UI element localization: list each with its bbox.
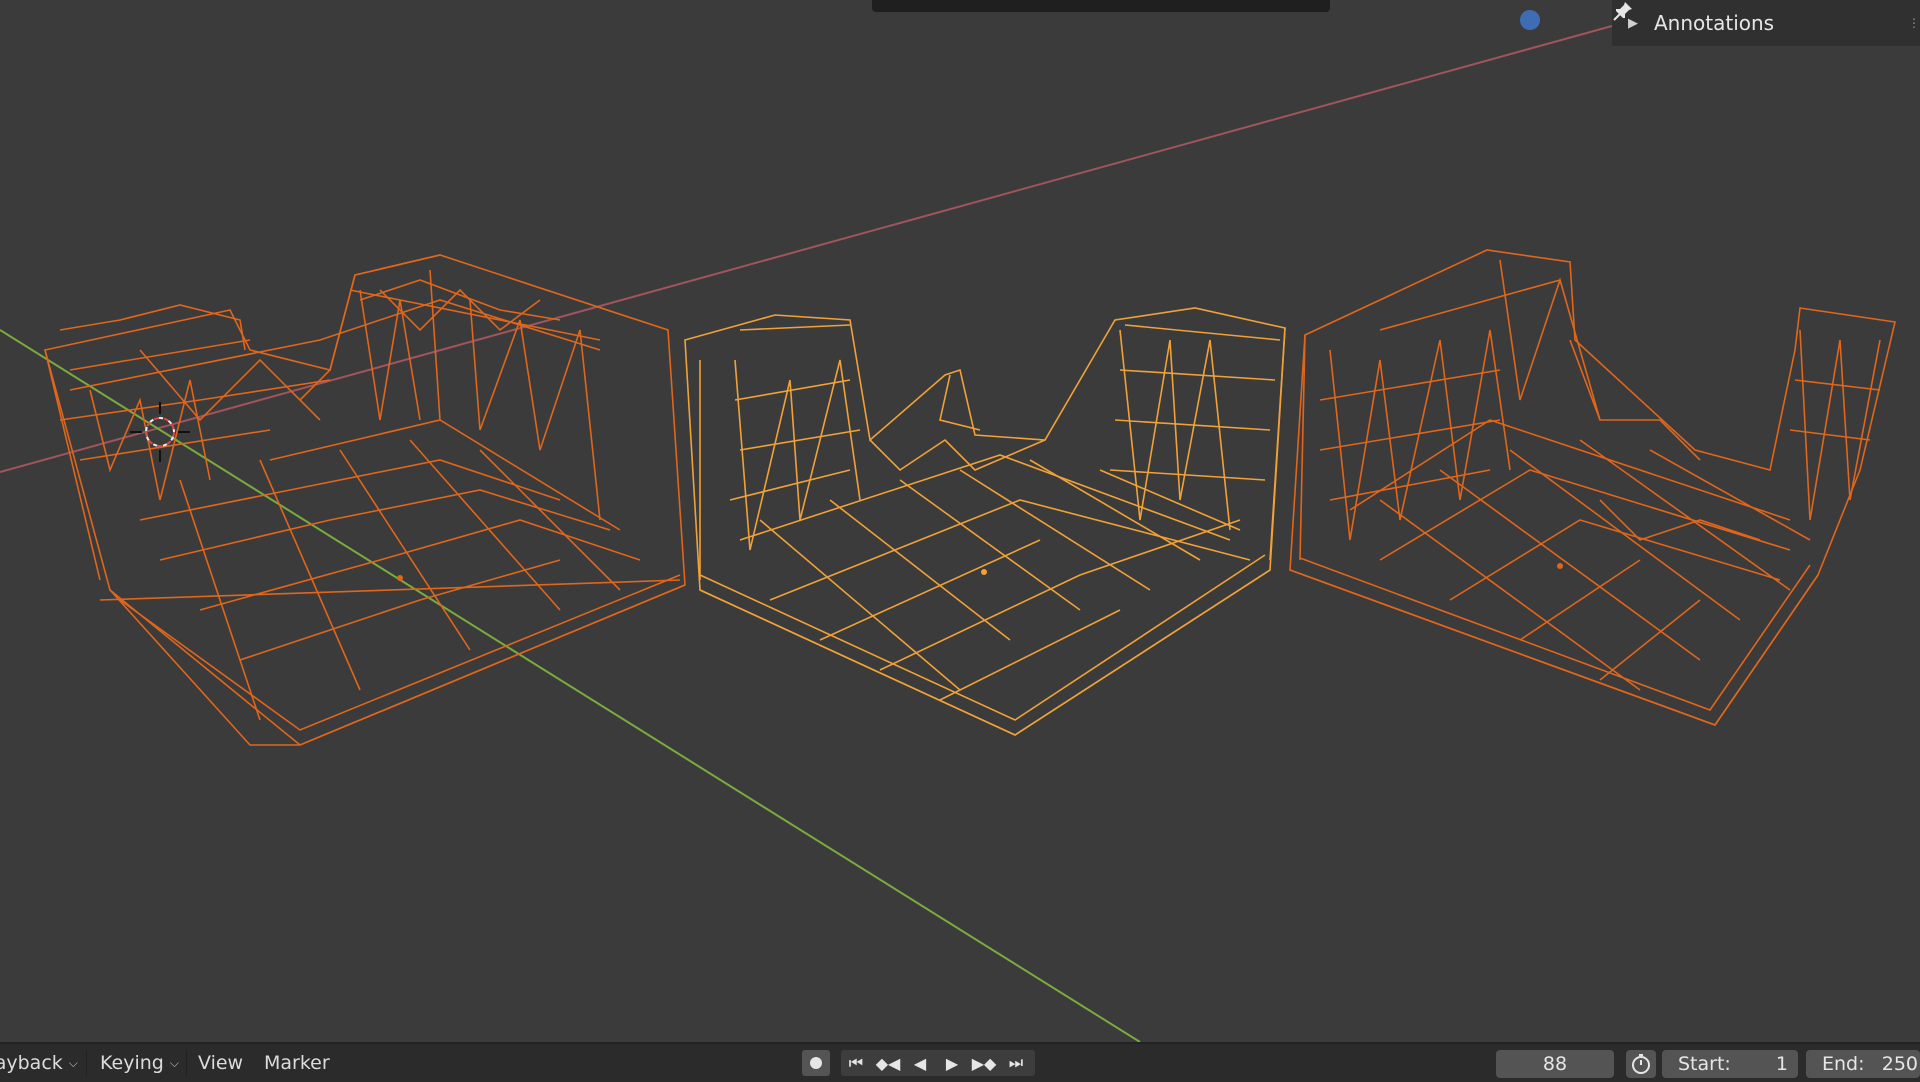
- jump-start-icon: ⏮: [848, 1053, 864, 1072]
- mesh-object-left[interactable]: [44, 254, 686, 746]
- 3d-cursor-icon[interactable]: [130, 402, 190, 462]
- x-axis-line: [0, 25, 1613, 473]
- menu-view[interactable]: View: [198, 1044, 243, 1082]
- end-label: End:: [1822, 1053, 1865, 1075]
- origin-dot-left: [397, 575, 403, 581]
- current-frame-field[interactable]: 88: [1496, 1050, 1614, 1078]
- menu-divider: [186, 1050, 187, 1076]
- menu-marker[interactable]: Marker: [264, 1044, 330, 1082]
- menu-divider: [86, 1050, 87, 1076]
- record-icon: [810, 1057, 822, 1069]
- start-value[interactable]: 1: [1776, 1053, 1788, 1075]
- end-value[interactable]: 250: [1882, 1053, 1918, 1075]
- origin-dot-middle: [981, 569, 987, 575]
- pin-icon[interactable]: [1612, 0, 1634, 22]
- end-frame-field[interactable]: End: 250: [1806, 1050, 1920, 1078]
- jump-start-button[interactable]: ⏮: [842, 1050, 870, 1076]
- menu-keying-label[interactable]: Keying: [100, 1052, 164, 1074]
- panel-grip-icon[interactable]: ⋮⋮: [1908, 16, 1920, 30]
- prev-keyframe-icon: ◆◀: [875, 1053, 901, 1073]
- chevron-down-icon: ⌵: [169, 1055, 179, 1070]
- menu-playback-label[interactable]: Playback: [0, 1052, 63, 1074]
- next-keyframe-icon: ▶◆: [971, 1053, 997, 1073]
- menu-keying[interactable]: Keying ⌵: [100, 1044, 179, 1082]
- play-icon: ▶: [945, 1053, 959, 1073]
- navigation-gizmo-icon[interactable]: [1520, 10, 1540, 30]
- timeline-header: Playback ⌵ Keying ⌵ View Marker ⏮ ◆◀ ◀ ▶…: [0, 1042, 1920, 1082]
- start-label: Start:: [1678, 1053, 1731, 1075]
- annotations-label[interactable]: Annotations: [1654, 11, 1774, 35]
- header-strip: [872, 0, 1330, 12]
- mesh-object-middle[interactable]: [684, 307, 1286, 736]
- play-reverse-icon: ◀: [913, 1053, 927, 1073]
- start-frame-field[interactable]: Start: 1: [1662, 1050, 1798, 1078]
- 3d-viewport[interactable]: ▶ Annotations ⋮⋮: [0, 0, 1920, 1042]
- next-keyframe-button[interactable]: ▶◆: [970, 1050, 998, 1076]
- mesh-object-right[interactable]: [1289, 249, 1896, 726]
- play-button[interactable]: ▶: [938, 1050, 966, 1076]
- stopwatch-icon[interactable]: [1626, 1050, 1656, 1078]
- origin-dot-right: [1557, 563, 1563, 569]
- menu-view-label[interactable]: View: [198, 1052, 243, 1074]
- chevron-down-icon: ⌵: [68, 1055, 78, 1070]
- record-button[interactable]: [802, 1050, 830, 1076]
- prev-keyframe-button[interactable]: ◆◀: [874, 1050, 902, 1076]
- jump-end-icon: ⏭: [1008, 1053, 1024, 1072]
- jump-end-button[interactable]: ⏭: [1002, 1050, 1030, 1076]
- viewport-canvas[interactable]: [0, 0, 1920, 1042]
- play-reverse-button[interactable]: ◀: [906, 1050, 934, 1076]
- annotations-panel[interactable]: ▶ Annotations ⋮⋮: [1612, 0, 1920, 46]
- menu-marker-label[interactable]: Marker: [264, 1052, 330, 1074]
- menu-playback[interactable]: Playback ⌵: [0, 1044, 78, 1082]
